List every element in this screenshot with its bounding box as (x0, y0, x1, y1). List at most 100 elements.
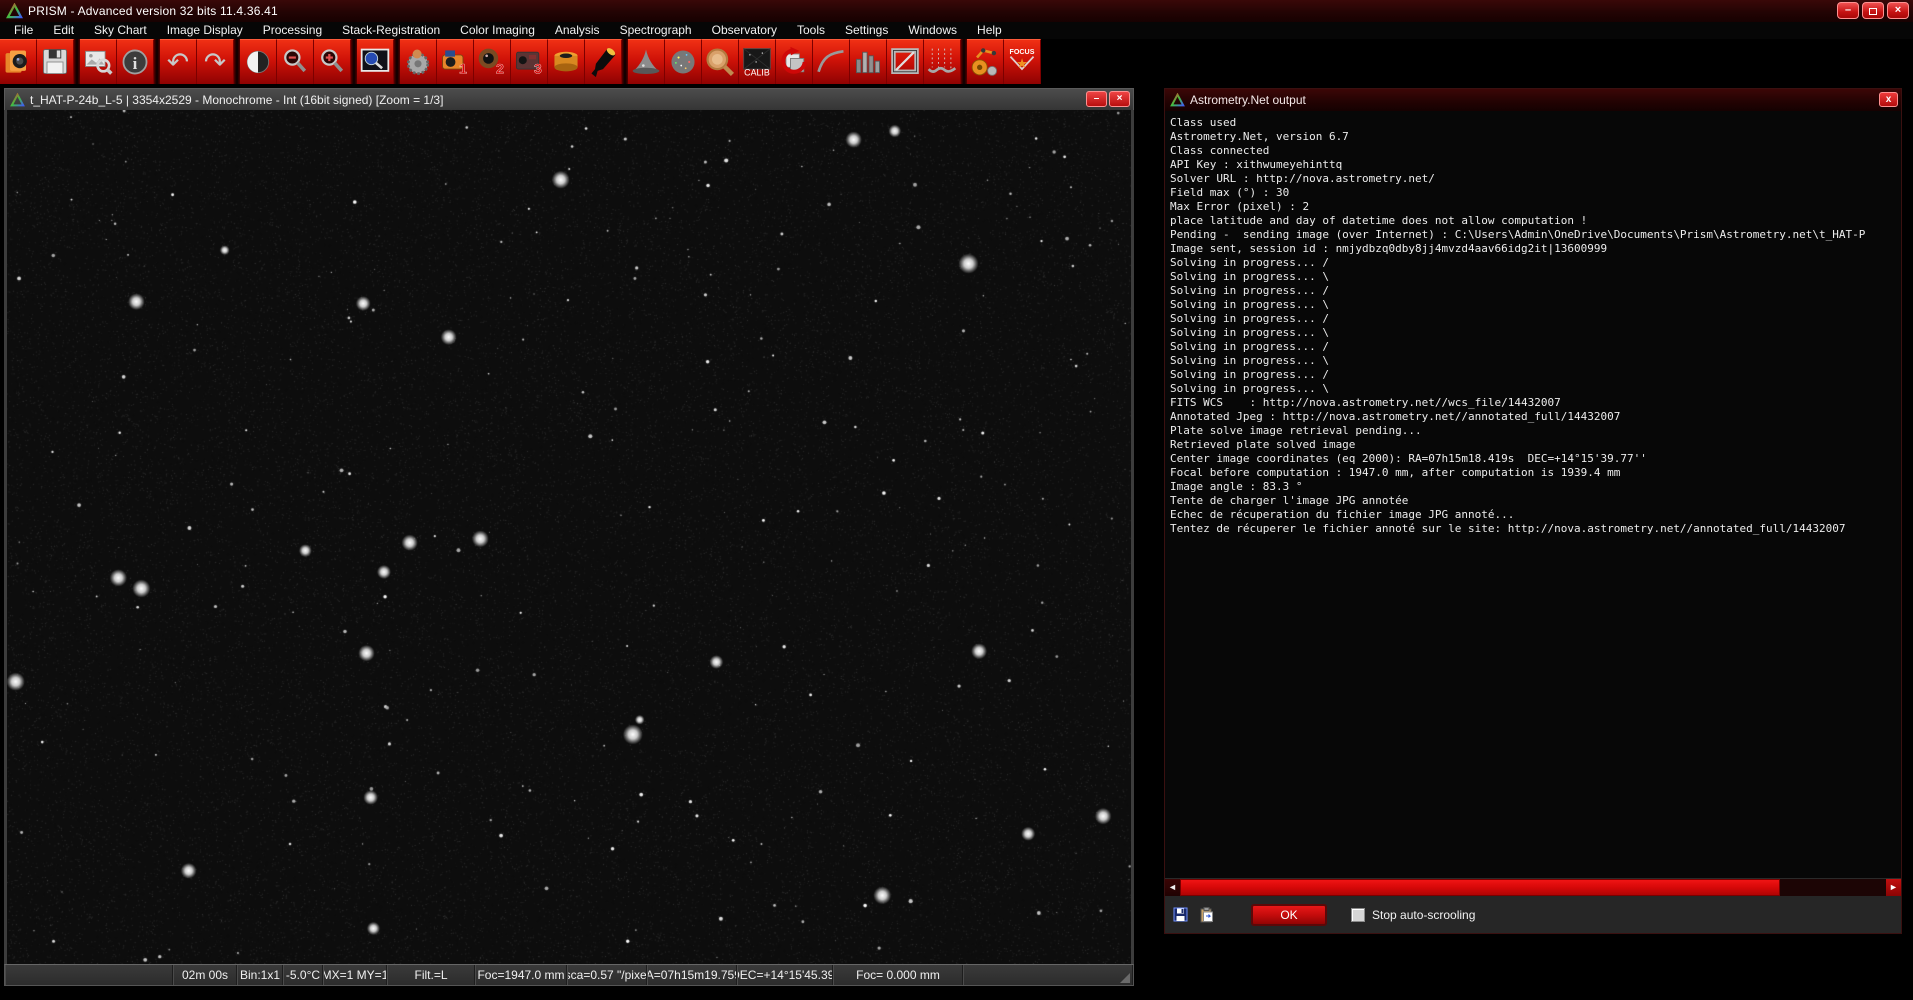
prism-logo-icon (10, 93, 25, 107)
image-status-bar: 02m 00sBin:1x1-5.0°CMX=1 MY=1Filt.=LFoc=… (4, 964, 1134, 986)
svg-text:2: 2 (496, 62, 504, 78)
stop-autoscroll-label: Stop auto-scrooling (1372, 908, 1475, 922)
prism-logo-icon (6, 3, 23, 19)
console-line: Plate solve image retrieval pending... (1170, 424, 1901, 438)
console-line: Solving in progress... \ (1170, 298, 1901, 312)
toolbar-group (240, 39, 351, 84)
info-icon[interactable]: i (117, 39, 154, 84)
menu-observatory[interactable]: Observatory (702, 22, 787, 39)
status-segment-9: DEC=+14°15'45.39'' (737, 965, 833, 985)
ok-button[interactable]: OK (1251, 904, 1327, 926)
image-window-body (4, 110, 1134, 964)
image-inspect-icon[interactable] (80, 39, 117, 84)
console-line: Solving in progress... / (1170, 284, 1901, 298)
status-segment-1: 02m 00s (173, 965, 237, 985)
svg-text:i: i (133, 54, 138, 73)
camera-1-icon[interactable]: 1 (437, 39, 474, 84)
stop-autoscroll-checkbox[interactable] (1351, 908, 1365, 922)
camera-3-icon[interactable]: 3 (511, 39, 548, 84)
response-curve-icon[interactable] (813, 39, 850, 84)
astrometry-close-button[interactable]: x (1879, 92, 1898, 107)
scroll-right-arrow[interactable]: ► (1886, 879, 1901, 896)
image-close-button[interactable]: × (1109, 91, 1130, 107)
mirror-icon[interactable] (702, 39, 739, 84)
prism-logo-icon (1170, 93, 1185, 107)
svg-text:1: 1 (459, 62, 467, 78)
contrast-icon[interactable] (240, 39, 277, 84)
console-line: Solver URL : http://nova.astrometry.net/ (1170, 172, 1901, 186)
console-line: Tentez de récuperer le fichier annoté su… (1170, 522, 1901, 536)
console-line: Astrometry.Net, version 6.7 (1170, 130, 1901, 144)
stack-registration-icon[interactable] (776, 39, 813, 84)
camera-2-icon[interactable]: 2 (474, 39, 511, 84)
status-filler (963, 965, 1133, 985)
scrollbar-thumb[interactable] (1180, 879, 1780, 896)
toolbar-group: ↶↷ (160, 39, 234, 84)
resize-grip[interactable] (1120, 973, 1130, 983)
image-window-title: t_HAT-P-24b_L-5 | 3354x2529 - Monochrome… (30, 93, 443, 107)
save-icon[interactable] (37, 39, 74, 84)
save-log-icon[interactable] (1173, 907, 1189, 923)
menu-tools[interactable]: Tools (787, 22, 835, 39)
toolbar-group: FOCUS★ (967, 39, 1041, 84)
menu-edit[interactable]: Edit (43, 22, 84, 39)
console-line: Solving in progress... \ (1170, 270, 1901, 284)
console-line: Echec de récuperation du fichier image J… (1170, 508, 1901, 522)
crop-frame-icon[interactable] (887, 39, 924, 84)
screen-magnifier-icon[interactable] (357, 39, 394, 84)
menu-processing[interactable]: Processing (253, 22, 332, 39)
minimize-button[interactable]: – (1837, 2, 1859, 19)
console-line: Solving in progress... / (1170, 368, 1901, 382)
menu-bar: FileEditSky ChartImage DisplayProcessing… (0, 22, 1913, 39)
menu-image-display[interactable]: Image Display (157, 22, 253, 39)
redo-icon[interactable]: ↷ (197, 39, 234, 84)
status-segment-5: Filt.=L (387, 965, 475, 985)
menu-windows[interactable]: Windows (898, 22, 967, 39)
scrollbar-track[interactable] (1180, 879, 1886, 896)
copy-clipboard-icon[interactable] (1199, 907, 1215, 923)
image-window-titlebar[interactable]: t_HAT-P-24b_L-5 | 3354x2529 - Monochrome… (4, 88, 1134, 110)
status-segment-8: RA=07h15m19.759s (647, 965, 737, 985)
menu-spectrograph[interactable]: Spectrograph (610, 22, 702, 39)
astrometry-window: Astrometry.Net output x Class usedAstrom… (1164, 88, 1902, 934)
psf-peak-icon[interactable] (628, 39, 665, 84)
menu-help[interactable]: Help (967, 22, 1012, 39)
console-line: Solving in progress... / (1170, 340, 1901, 354)
toolbar-group: CALIB (628, 39, 961, 84)
status-segment-3: -5.0°C (283, 965, 323, 985)
status-segment-6: Foc=1947.0 mm (475, 965, 567, 985)
image-minimize-button[interactable]: – (1086, 91, 1107, 107)
menu-color-imaging[interactable]: Color Imaging (450, 22, 545, 39)
scroll-left-arrow[interactable]: ◄ (1165, 879, 1180, 896)
menu-sky-chart[interactable]: Sky Chart (84, 22, 157, 39)
console-line: Image angle : 83.3 ° (1170, 480, 1901, 494)
close-button[interactable]: × (1887, 2, 1909, 19)
open-image-icon[interactable] (0, 39, 37, 84)
grinding-wheel-icon[interactable] (400, 39, 437, 84)
menu-settings[interactable]: Settings (835, 22, 898, 39)
menu-stack-registration[interactable]: Stack-Registration (332, 22, 450, 39)
console-line: Class connected (1170, 144, 1901, 158)
telescope-icon[interactable] (585, 39, 622, 84)
status-segment-10: Foc= 0.000 mm (833, 965, 963, 985)
menu-analysis[interactable]: Analysis (545, 22, 610, 39)
histogram-3d-icon[interactable] (850, 39, 887, 84)
astrometry-console[interactable]: Class usedAstrometry.Net, version 6.7Cla… (1165, 111, 1901, 878)
star-field-image[interactable] (7, 110, 1131, 964)
autofocus-robot-icon[interactable] (967, 39, 1004, 84)
restore-button[interactable] (1862, 2, 1884, 19)
profile-cut-icon[interactable] (924, 39, 961, 84)
console-line: Pending - sending image (over Internet) … (1170, 228, 1901, 242)
star-sphere-icon[interactable] (665, 39, 702, 84)
astrometry-titlebar[interactable]: Astrometry.Net output x (1165, 89, 1901, 111)
horizontal-scrollbar[interactable]: ◄ ► (1165, 878, 1901, 896)
undo-icon[interactable]: ↶ (160, 39, 197, 84)
zoom-in-icon[interactable] (314, 39, 351, 84)
focuser-ring-icon[interactable] (548, 39, 585, 84)
zoom-out-icon[interactable] (277, 39, 314, 84)
image-window: t_HAT-P-24b_L-5 | 3354x2529 - Monochrome… (4, 88, 1134, 986)
console-line: Field max (°) : 30 (1170, 186, 1901, 200)
calib-icon[interactable]: CALIB (739, 39, 776, 84)
focus-star-icon[interactable]: FOCUS★ (1004, 39, 1041, 84)
menu-file[interactable]: File (4, 22, 43, 39)
